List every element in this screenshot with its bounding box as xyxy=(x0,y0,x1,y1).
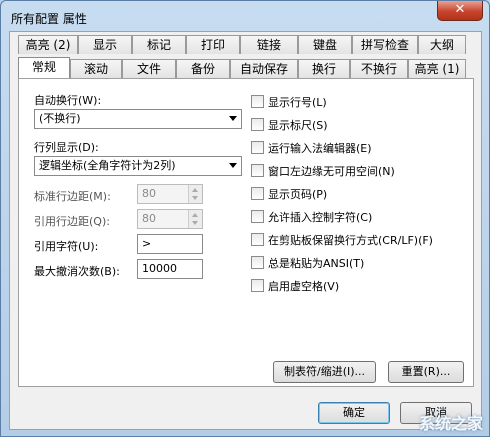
auto-wrap-value: (不换行) xyxy=(39,112,81,125)
spin-arrows-icon xyxy=(188,210,202,228)
tab-file[interactable]: 文件 xyxy=(122,59,176,78)
tab-scroll[interactable]: 滚动 xyxy=(70,59,122,78)
auto-wrap-select[interactable]: (不换行) xyxy=(34,109,242,129)
checkbox-keep-line-endings[interactable]: 在剪贴板保留换行方式(CR/LF)(F) xyxy=(251,232,433,247)
checkbox-virtual-space[interactable]: 启用虚空格(V) xyxy=(251,278,339,293)
std-line-margin-label: 标准行边距(M): xyxy=(34,190,111,203)
tab-link[interactable]: 链接 xyxy=(240,35,298,54)
checkbox-show-page-numbers[interactable]: 显示页码(P) xyxy=(251,186,327,201)
quote-char-input[interactable]: > xyxy=(137,234,203,254)
tab-display[interactable]: 显示 xyxy=(78,35,132,54)
max-undo-input[interactable]: 10000 xyxy=(137,259,203,279)
reset-button[interactable]: 重置(R)... xyxy=(388,361,464,383)
checkbox-box[interactable] xyxy=(251,210,264,223)
tab-spellcheck[interactable]: 拼写检查 xyxy=(352,35,418,54)
checkbox-box[interactable] xyxy=(251,233,264,246)
watermark-logo: 系统之家 xyxy=(418,414,483,433)
tab-panel-general: 自动换行(W): (不换行) 行列显示(D): 逻辑坐标(全角字符计为2列) 标… xyxy=(18,78,474,387)
checkbox-box[interactable] xyxy=(251,118,264,131)
checkbox-allow-control-chars[interactable]: 允许插入控制字符(C) xyxy=(251,209,372,224)
max-undo-label: 最大撤消次数(B): xyxy=(34,265,120,278)
column-display-select[interactable]: 逻辑坐标(全角字符计为2列) xyxy=(34,156,242,176)
tab-nowrap[interactable]: 不换行 xyxy=(350,59,408,78)
std-line-margin-value: 80 xyxy=(142,187,156,200)
column-display-label: 行列显示(D): xyxy=(34,141,99,154)
tab-backup[interactable]: 备份 xyxy=(176,59,230,78)
properties-dialog: 所有配置 属性 ✕ 高亮 (2) 显示 标记 打印 链接 键盘 拼写检查 大纲 … xyxy=(0,0,490,437)
auto-wrap-label: 自动换行(W): xyxy=(34,94,102,107)
checkbox-box[interactable] xyxy=(251,256,264,269)
checkbox-no-left-space[interactable]: 窗口左边缘无可用空间(N) xyxy=(251,163,395,178)
tab-highlight-1[interactable]: 高亮 (1) xyxy=(408,59,466,78)
checkbox-box[interactable] xyxy=(251,95,264,108)
ok-button[interactable]: 确定 xyxy=(318,402,390,424)
tab-autosave[interactable]: 自动保存 xyxy=(230,59,298,78)
quote-char-label: 引用字符(U): xyxy=(34,240,99,253)
spin-arrows-icon xyxy=(188,185,202,203)
tab-general[interactable]: 常规 xyxy=(18,57,70,78)
checkbox-show-ruler[interactable]: 显示标尺(S) xyxy=(251,117,328,132)
checkbox-paste-ansi[interactable]: 总是粘贴为ANSI(T) xyxy=(251,255,364,270)
close-button[interactable]: ✕ xyxy=(437,1,483,21)
tabs-indent-button[interactable]: 制表符/缩进(I)... xyxy=(273,361,376,383)
quote-line-margin-spinner: 80 xyxy=(137,209,203,229)
dialog-client: 高亮 (2) 显示 标记 打印 链接 键盘 拼写检查 大纲 常规 滚动 文件 备… xyxy=(9,31,482,430)
quote-line-margin-label: 引用行边距(Q): xyxy=(34,215,110,228)
chevron-down-icon xyxy=(229,116,237,121)
checkbox-box[interactable] xyxy=(251,164,264,177)
close-icon: ✕ xyxy=(454,2,466,17)
tab-print[interactable]: 打印 xyxy=(186,35,240,54)
column-display-value: 逻辑坐标(全角字符计为2列) xyxy=(39,159,176,172)
tab-mark[interactable]: 标记 xyxy=(132,35,186,54)
std-line-margin-spinner: 80 xyxy=(137,184,203,204)
checkbox-show-line-numbers[interactable]: 显示行号(L) xyxy=(251,94,327,109)
checkbox-box[interactable] xyxy=(251,141,264,154)
tab-keyboard[interactable]: 键盘 xyxy=(298,35,352,54)
tab-highlight-2[interactable]: 高亮 (2) xyxy=(18,35,78,54)
checkbox-run-ime[interactable]: 运行输入法编辑器(E) xyxy=(251,140,372,155)
window-title: 所有配置 属性 xyxy=(11,12,87,26)
tab-wrap[interactable]: 换行 xyxy=(298,59,350,78)
tab-outline[interactable]: 大纲 xyxy=(418,35,466,54)
chevron-down-icon xyxy=(229,163,237,168)
checkbox-box[interactable] xyxy=(251,187,264,200)
quote-line-margin-value: 80 xyxy=(142,212,156,225)
checkbox-box[interactable] xyxy=(251,279,264,292)
